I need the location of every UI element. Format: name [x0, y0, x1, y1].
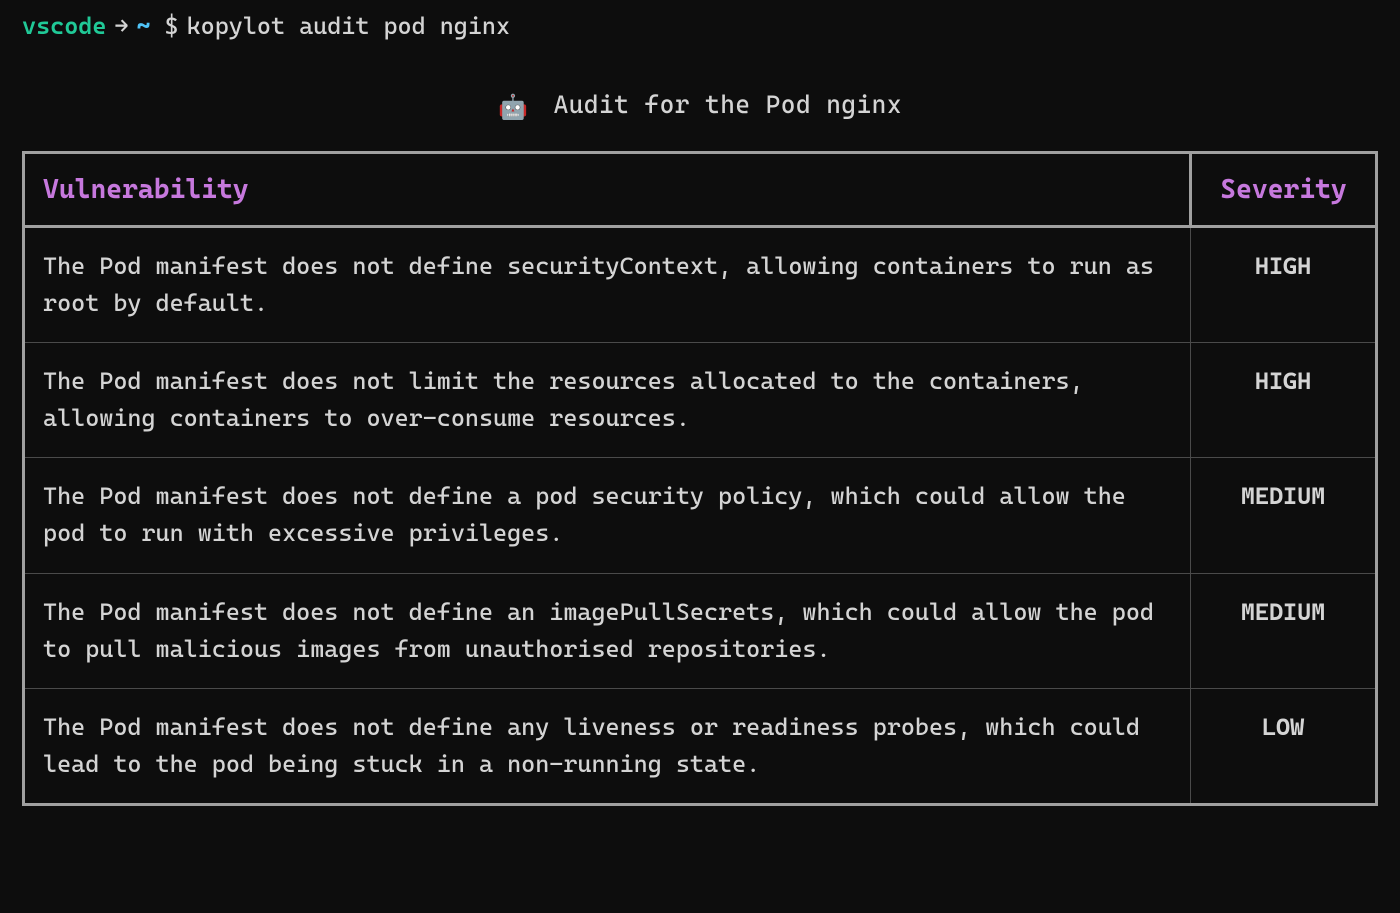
audit-title: 🤖 Audit for the Pod nginx	[22, 90, 1378, 121]
audit-table: Vulnerability Severity The Pod manifest …	[22, 151, 1378, 807]
prompt-dollar: $	[165, 12, 179, 40]
table-header-row: Vulnerability Severity	[24, 152, 1377, 226]
table-row: The Pod manifest does not define an imag…	[24, 573, 1377, 688]
table-row: The Pod manifest does not limit the reso…	[24, 342, 1377, 457]
terminal-prompt-line: vscode → ~ $ kopylot audit pod nginx	[22, 12, 1378, 40]
vulnerability-cell: The Pod manifest does not define any liv…	[24, 689, 1191, 805]
severity-cell: HIGH	[1191, 342, 1377, 457]
vulnerability-cell: The Pod manifest does not define an imag…	[24, 573, 1191, 688]
prompt-user: vscode	[22, 12, 106, 40]
table-row: The Pod manifest does not define securit…	[24, 226, 1377, 342]
audit-title-text: Audit for the Pod nginx	[554, 90, 902, 119]
severity-cell: LOW	[1191, 689, 1377, 805]
prompt-arrow: →	[114, 12, 128, 40]
prompt-command[interactable]: kopylot audit pod nginx	[187, 12, 510, 40]
severity-cell: MEDIUM	[1191, 573, 1377, 688]
vulnerability-cell: The Pod manifest does not limit the reso…	[24, 342, 1191, 457]
severity-column-header: Severity	[1191, 152, 1377, 226]
robot-icon: 🤖	[498, 93, 528, 121]
vulnerability-cell: The Pod manifest does not define a pod s…	[24, 458, 1191, 573]
vulnerability-column-header: Vulnerability	[24, 152, 1191, 226]
prompt-cwd: ~	[136, 12, 150, 40]
severity-cell: MEDIUM	[1191, 458, 1377, 573]
vulnerability-cell: The Pod manifest does not define securit…	[24, 226, 1191, 342]
severity-cell: HIGH	[1191, 226, 1377, 342]
table-row: The Pod manifest does not define a pod s…	[24, 458, 1377, 573]
audit-table-body: The Pod manifest does not define securit…	[24, 226, 1377, 805]
table-row: The Pod manifest does not define any liv…	[24, 689, 1377, 805]
